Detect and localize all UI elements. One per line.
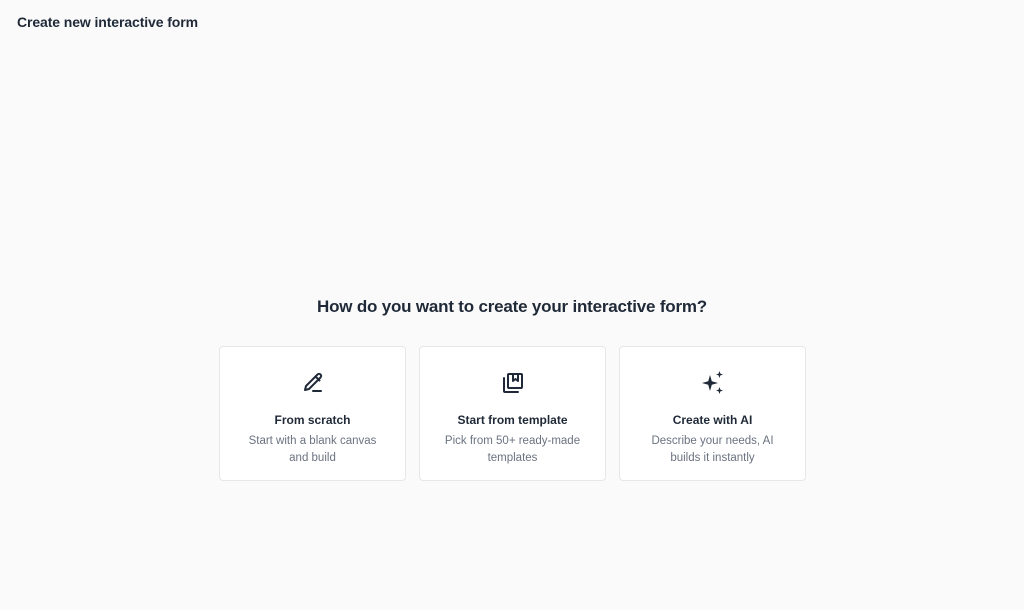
option-description: Start with a blank canvas and build	[248, 435, 377, 464]
create-form-page: Create new interactive form How do you w…	[0, 0, 1024, 610]
option-label: Start from template	[457, 413, 568, 427]
creation-options: From scratch Start with a blank canvas a…	[219, 346, 806, 481]
template-icon	[499, 369, 527, 397]
option-from-template[interactable]: Start from template Pick from 50+ ready-…	[419, 346, 606, 481]
pencil-icon	[299, 369, 327, 397]
option-from-scratch[interactable]: From scratch Start with a blank canvas a…	[219, 346, 406, 481]
option-description: Pick from 50+ ready-made templates	[444, 435, 581, 464]
option-label: From scratch	[274, 413, 351, 427]
page-title: Create new interactive form	[17, 14, 198, 30]
option-label: Create with AI	[672, 413, 753, 427]
creation-method-question: How do you want to create your interacti…	[317, 297, 707, 316]
option-description: Describe your needs, AI builds it instan…	[651, 435, 774, 464]
sparkles-icon	[699, 369, 727, 397]
option-create-with-ai[interactable]: Create with AI Describe your needs, AI b…	[619, 346, 806, 481]
